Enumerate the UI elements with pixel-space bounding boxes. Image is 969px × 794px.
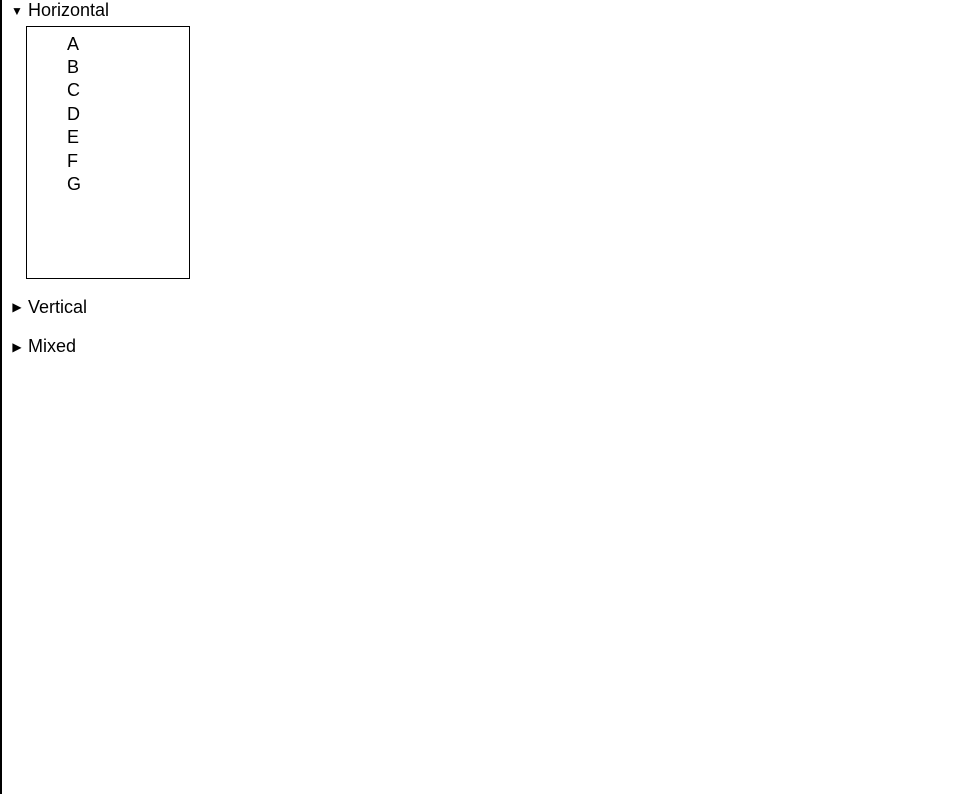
section-horizontal: ▼ Horizontal A B C D E F G — [10, 0, 969, 279]
list-item[interactable]: E — [27, 126, 189, 149]
list-item[interactable]: B — [27, 56, 189, 79]
section-label-vertical: Vertical — [28, 297, 87, 319]
triangle-right-icon: ▶ — [10, 300, 24, 314]
list-item[interactable]: D — [27, 103, 189, 126]
list-item[interactable]: A — [27, 33, 189, 56]
triangle-down-icon: ▼ — [10, 4, 24, 18]
section-body-horizontal: A B C D E F G — [26, 26, 190, 279]
list-item[interactable]: F — [27, 150, 189, 173]
horizontal-list: A B C D E F G — [27, 33, 189, 197]
section-label-horizontal: Horizontal — [28, 0, 109, 22]
section-header-vertical[interactable]: ▶ Vertical — [10, 297, 969, 319]
section-header-mixed[interactable]: ▶ Mixed — [10, 336, 969, 358]
triangle-right-icon: ▶ — [10, 340, 24, 354]
list-item[interactable]: C — [27, 79, 189, 102]
section-label-mixed: Mixed — [28, 336, 76, 358]
section-mixed: ▶ Mixed — [10, 336, 969, 358]
list-item[interactable]: G — [27, 173, 189, 196]
section-header-horizontal[interactable]: ▼ Horizontal — [10, 0, 969, 22]
section-vertical: ▶ Vertical — [10, 297, 969, 319]
